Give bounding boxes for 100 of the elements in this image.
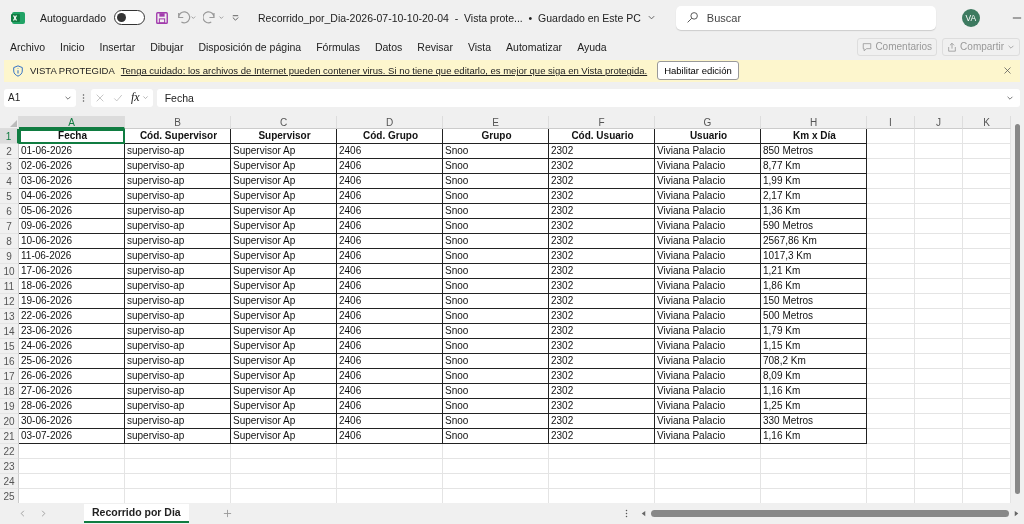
- table-cell: superviso-ap: [125, 353, 231, 369]
- table-cell: 1,99 Km: [761, 173, 867, 189]
- table-cell: superviso-ap: [125, 218, 231, 234]
- table-cell: Supervisor Ap: [231, 188, 337, 204]
- name-box[interactable]: A1: [4, 88, 76, 107]
- table-cell: Snoo: [443, 233, 549, 249]
- table-cell: 2406: [337, 413, 443, 429]
- column-title-cell: Fecha: [19, 128, 125, 144]
- table-cell: 2406: [337, 143, 443, 159]
- table-cell: Snoo: [443, 263, 549, 279]
- table-cell: Snoo: [443, 323, 549, 339]
- table-cell: Supervisor Ap: [231, 353, 337, 369]
- table-cell: Viviana Palacio: [655, 323, 761, 339]
- table-cell: 2302: [549, 368, 655, 384]
- table-cell: 2406: [337, 323, 443, 339]
- table-cell: Supervisor Ap: [231, 368, 337, 384]
- table-cell: 2567,86 Km: [761, 233, 867, 249]
- table-cell: 2406: [337, 293, 443, 309]
- table-cell: 19-06-2026: [19, 293, 125, 309]
- menu-tab[interactable]: Ayuda: [577, 40, 607, 53]
- table-cell: 2406: [337, 278, 443, 294]
- search-field[interactable]: Buscar: [675, 5, 936, 30]
- menu-tab[interactable]: Fórmulas: [316, 40, 360, 53]
- table-cell: superviso-ap: [125, 308, 231, 324]
- table-cell: 1,15 Km: [761, 338, 867, 354]
- table-cell: Viviana Palacio: [655, 263, 761, 279]
- table-cell: 28-06-2026: [19, 398, 125, 414]
- table-cell: Snoo: [443, 398, 549, 414]
- table-cell: 03-06-2026: [19, 173, 125, 189]
- table-cell: Supervisor Ap: [231, 308, 337, 324]
- column-header[interactable]: J: [915, 115, 963, 129]
- table-cell: 2406: [337, 428, 443, 444]
- table-cell: Snoo: [443, 353, 549, 369]
- menu-tab[interactable]: Revisar: [417, 40, 453, 53]
- table-cell: superviso-ap: [125, 203, 231, 219]
- column-header[interactable]: D: [337, 115, 443, 129]
- menu-tab[interactable]: Inicio: [60, 40, 85, 53]
- column-title-cell: Cód. Usuario: [549, 128, 655, 144]
- table-cell: 2302: [549, 203, 655, 219]
- window-title: Recorrido_por_Dia-2026-07-10-10-20-04 - Vista prote... • Guardado en Este PC: [258, 11, 641, 24]
- table-cell: superviso-ap: [125, 188, 231, 204]
- table-cell: superviso-ap: [125, 383, 231, 399]
- table-cell: 2302: [549, 143, 655, 159]
- column-header[interactable]: F: [549, 115, 655, 129]
- menu-tab[interactable]: Archivo: [10, 40, 45, 53]
- enable-editing-button[interactable]: Habilitar edición: [657, 61, 739, 81]
- table-cell: 2302: [549, 353, 655, 369]
- table-cell: 2406: [337, 383, 443, 399]
- table-cell: 2406: [337, 158, 443, 174]
- menu-tab[interactable]: Insertar: [99, 40, 136, 53]
- table-cell: Snoo: [443, 143, 549, 159]
- column-header[interactable]: E: [443, 115, 549, 129]
- menu-tab[interactable]: Vista: [467, 40, 492, 53]
- table-cell: 27-06-2026: [19, 383, 125, 399]
- table-cell: 1,25 Km: [761, 398, 867, 414]
- column-header[interactable]: G: [655, 115, 761, 129]
- table-cell: Snoo: [443, 248, 549, 264]
- column-header[interactable]: H: [761, 115, 867, 129]
- column-header[interactable]: I: [867, 115, 915, 129]
- insert-function-button[interactable]: fx: [131, 90, 140, 106]
- table-cell: Snoo: [443, 338, 549, 354]
- table-cell: Supervisor Ap: [231, 428, 337, 444]
- table-cell: 2302: [549, 158, 655, 174]
- formula-field[interactable]: Fecha: [156, 88, 1020, 107]
- column-header[interactable]: A: [19, 115, 125, 129]
- menu-tab[interactable]: Datos: [374, 40, 403, 53]
- menu-tab[interactable]: Automatizar: [506, 40, 563, 53]
- table-cell: 2302: [549, 218, 655, 234]
- table-cell: Viviana Palacio: [655, 173, 761, 189]
- column-header[interactable]: B: [125, 115, 231, 129]
- column-header[interactable]: K: [963, 115, 1011, 129]
- table-cell: 10-06-2026: [19, 233, 125, 249]
- table-cell: superviso-ap: [125, 143, 231, 159]
- table-cell: 1,79 Km: [761, 323, 867, 339]
- table-cell: 17-06-2026: [19, 263, 125, 279]
- table-cell: Viviana Palacio: [655, 383, 761, 399]
- column-title-cell: Cód. Supervisor: [125, 128, 231, 144]
- table-cell: Supervisor Ap: [231, 323, 337, 339]
- table-cell: 25-06-2026: [19, 353, 125, 369]
- table-cell: 590 Metros: [761, 218, 867, 234]
- table-cell: 1,16 Km: [761, 383, 867, 399]
- column-header[interactable]: C: [231, 115, 337, 129]
- warning-link[interactable]: Tenga cuidado: los archivos de Internet pueden contener virus. Si no tiene que editarlo, es mejor que siga en Vista protegida.: [120, 65, 648, 77]
- table-cell: superviso-ap: [125, 158, 231, 174]
- table-cell: 23-06-2026: [19, 323, 125, 339]
- table-cell: Viviana Palacio: [655, 278, 761, 294]
- table-cell: 05-06-2026: [19, 203, 125, 219]
- table-cell: superviso-ap: [125, 263, 231, 279]
- table-cell: 708,2 Km: [761, 353, 867, 369]
- table-cell: Supervisor Ap: [231, 248, 337, 264]
- menu-tab[interactable]: Dibujar: [150, 40, 184, 53]
- user-avatar[interactable]: VA: [961, 8, 980, 27]
- table-cell: Supervisor Ap: [231, 398, 337, 414]
- table-cell: 26-06-2026: [19, 368, 125, 384]
- sheet-tab[interactable]: Recorrido por Dia: [84, 504, 189, 524]
- menu-tab[interactable]: Disposición de página: [198, 40, 302, 53]
- table-cell: Snoo: [443, 428, 549, 444]
- table-cell: superviso-ap: [125, 173, 231, 189]
- table-cell: Viviana Palacio: [655, 218, 761, 234]
- table-cell: 2302: [549, 263, 655, 279]
